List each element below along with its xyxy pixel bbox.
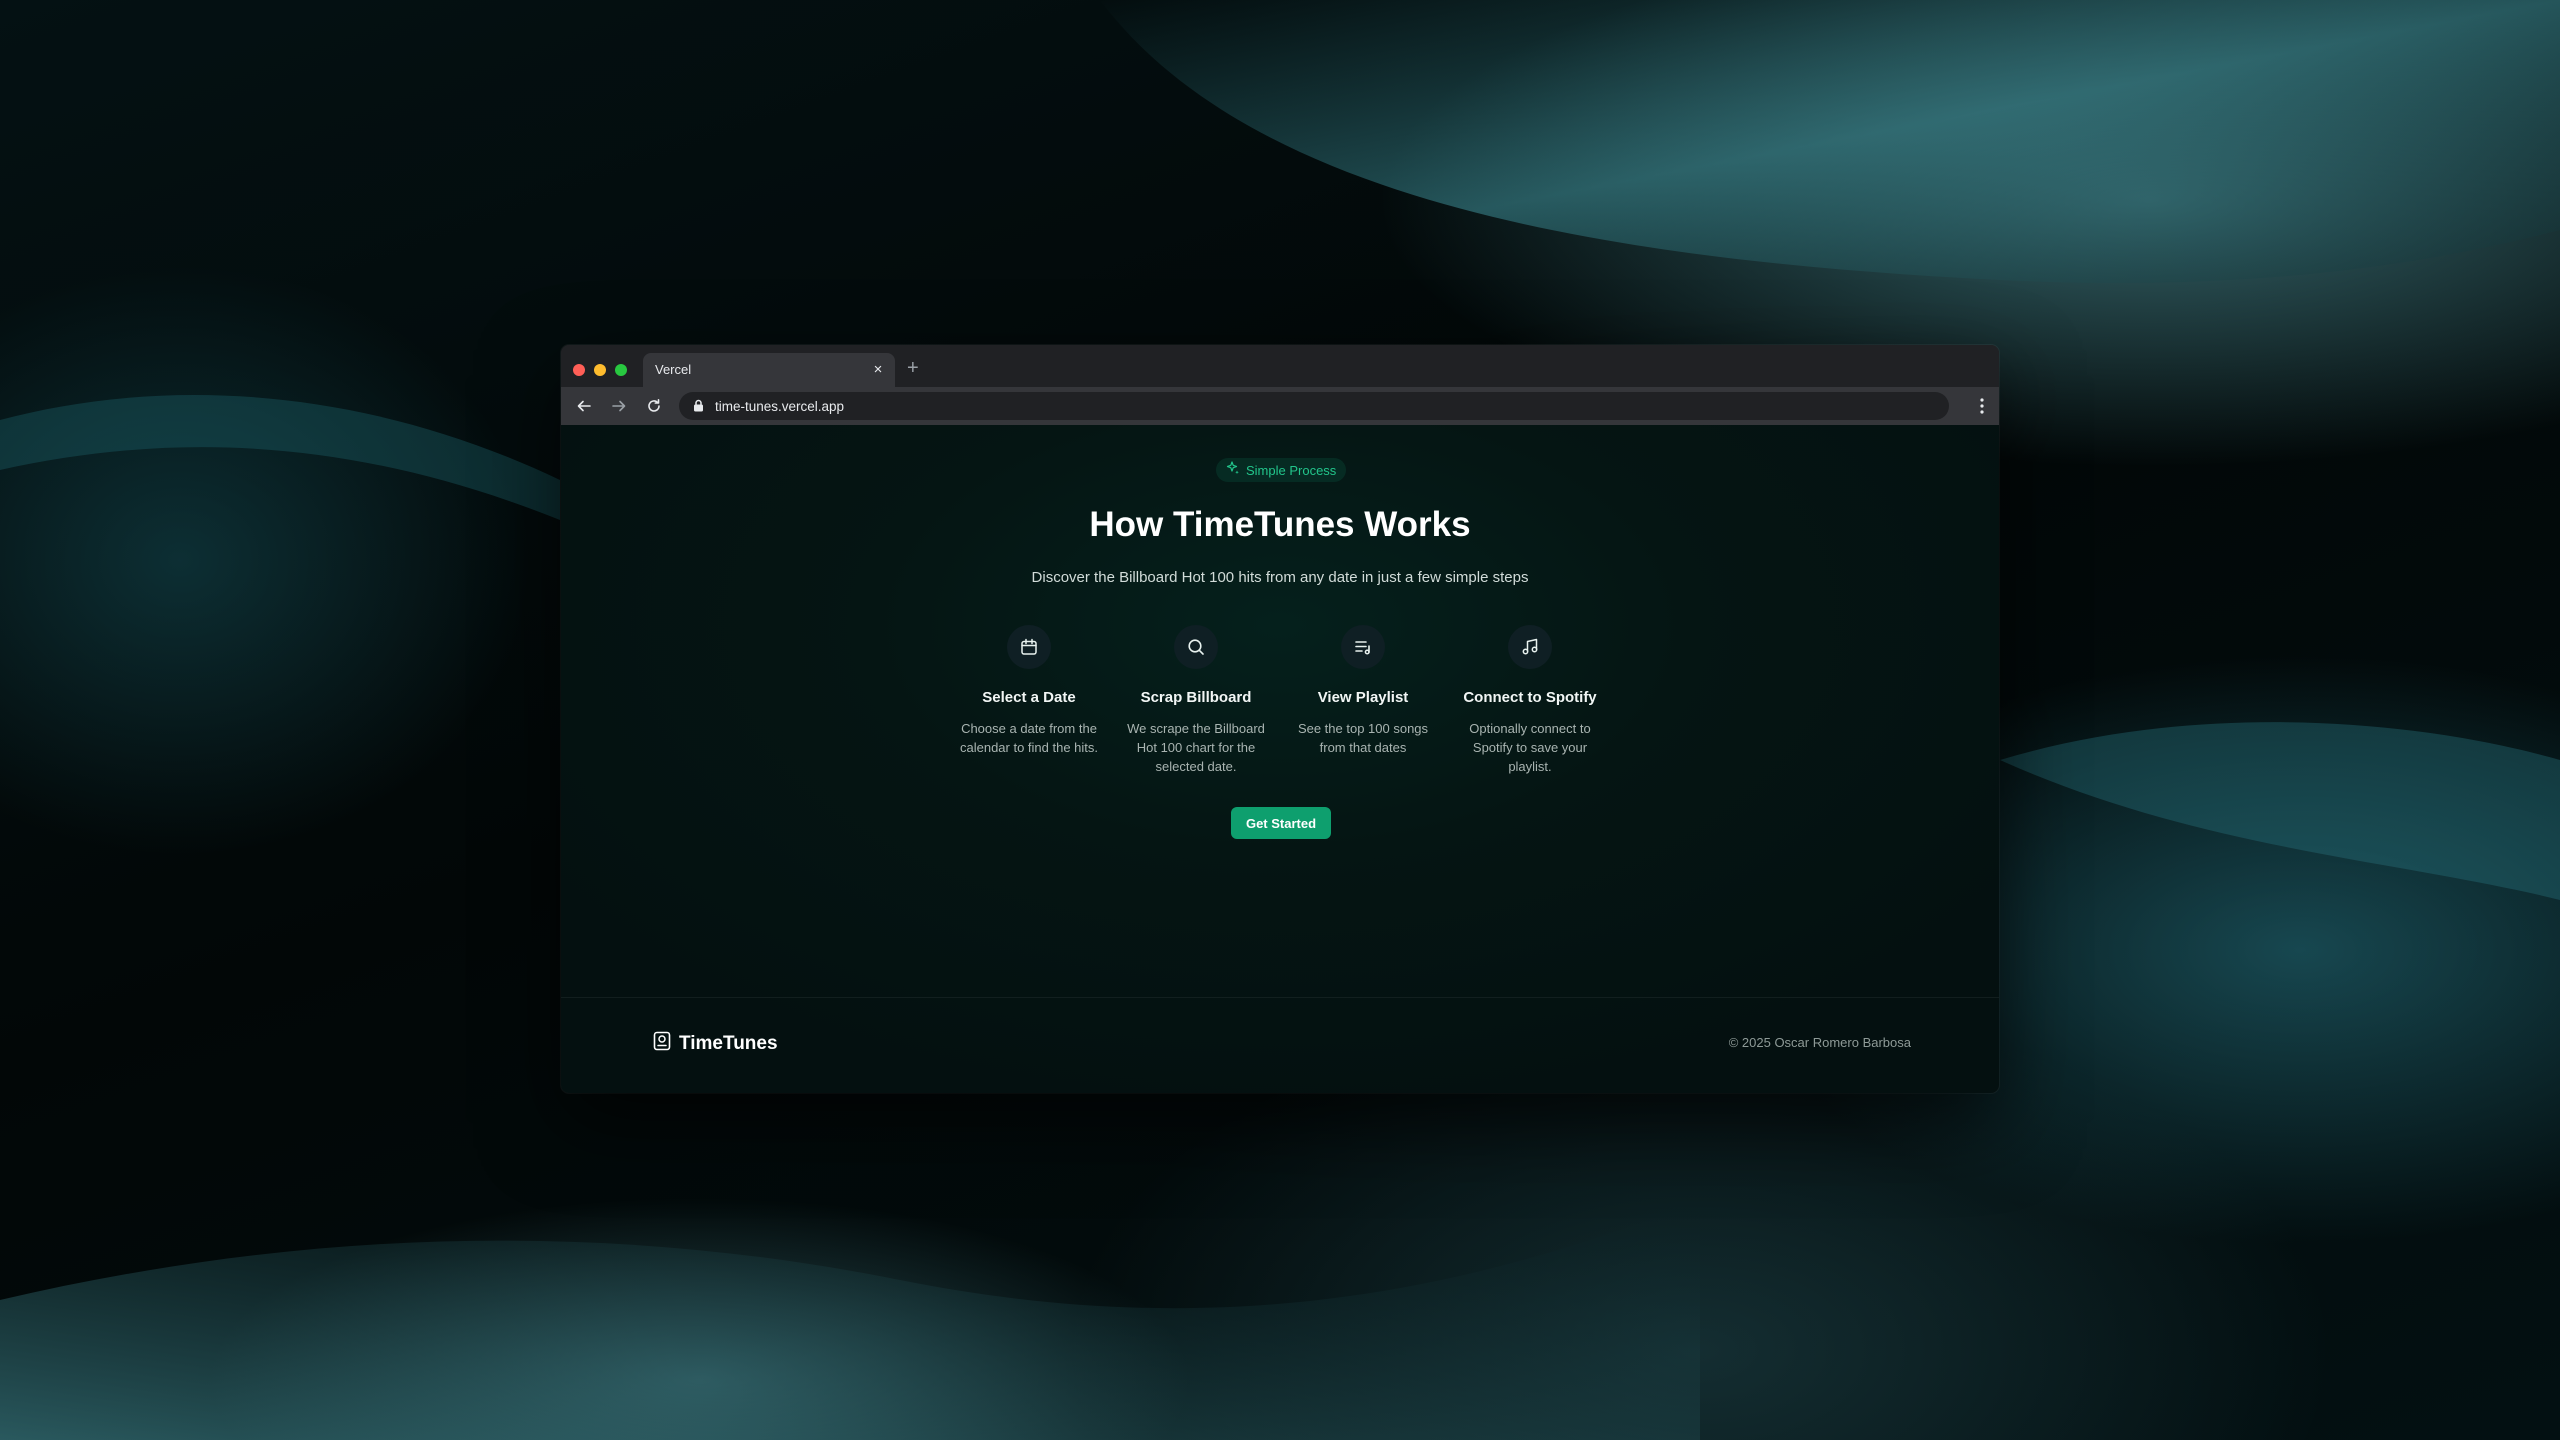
step-description: See the top 100 songs from that dates bbox=[1297, 721, 1429, 755]
address-bar[interactable]: time-tunes.vercel.app bbox=[679, 392, 1949, 420]
close-window-button[interactable] bbox=[573, 364, 585, 376]
step-description: We scrape the Billboard Hot 100 chart fo… bbox=[1127, 721, 1265, 774]
calendar-icon bbox=[1007, 625, 1051, 669]
browser-titlebar: Vercel × + bbox=[561, 345, 1999, 387]
page-title: How TimeTunes Works bbox=[1089, 505, 1471, 544]
browser-tab[interactable]: Vercel × bbox=[643, 353, 895, 387]
reload-icon[interactable] bbox=[644, 396, 664, 416]
step-title: Scrap Billboard bbox=[1140, 689, 1252, 706]
footer-divider bbox=[561, 997, 1999, 998]
step-title: Select a Date bbox=[982, 689, 1076, 706]
tab-title: Vercel bbox=[655, 362, 692, 377]
new-tab-button[interactable]: + bbox=[907, 357, 919, 379]
playlist-icon bbox=[1341, 625, 1385, 669]
step-title: Connect to Spotify bbox=[1463, 689, 1597, 706]
step-description: Choose a date from the calendar to find … bbox=[959, 721, 1099, 755]
step-description: Optionally connect to Spotify to save yo… bbox=[1469, 721, 1591, 774]
music-note-icon bbox=[1508, 625, 1552, 669]
disc-icon bbox=[653, 1031, 671, 1056]
step-title: View Playlist bbox=[1317, 689, 1409, 706]
brand-name: TimeTunes bbox=[679, 1032, 778, 1054]
get-started-button[interactable]: Get Started bbox=[1231, 807, 1331, 839]
lock-icon bbox=[693, 399, 704, 417]
process-badge: Simple Process bbox=[1216, 458, 1347, 482]
back-arrow-icon[interactable] bbox=[574, 396, 594, 416]
sparkles-icon bbox=[1226, 460, 1240, 480]
more-menu-icon[interactable] bbox=[1979, 397, 1985, 415]
search-icon bbox=[1174, 625, 1218, 669]
steps-list: Select a Date Choose a date from the cal… bbox=[561, 625, 1999, 785]
url-text: time-tunes.vercel.app bbox=[715, 399, 845, 414]
minimize-window-button[interactable] bbox=[594, 364, 606, 376]
footer-brand[interactable]: TimeTunes bbox=[653, 1031, 778, 1056]
browser-toolbar: time-tunes.vercel.app bbox=[561, 387, 1999, 425]
maximize-window-button[interactable] bbox=[615, 364, 627, 376]
tab-close-icon[interactable]: × bbox=[869, 361, 887, 379]
page-content: Simple Process How TimeTunes Works Disco… bbox=[561, 425, 1999, 1093]
browser-window: Vercel × + time-tunes.vercel.app Simple … bbox=[561, 345, 1999, 1093]
page-subtitle: Discover the Billboard Hot 100 hits from… bbox=[1031, 569, 1529, 586]
badge-label: Simple Process bbox=[1246, 462, 1337, 478]
forward-arrow-icon[interactable] bbox=[609, 396, 629, 416]
copyright-text: © 2025 Oscar Romero Barbosa bbox=[1728, 1035, 1911, 1050]
